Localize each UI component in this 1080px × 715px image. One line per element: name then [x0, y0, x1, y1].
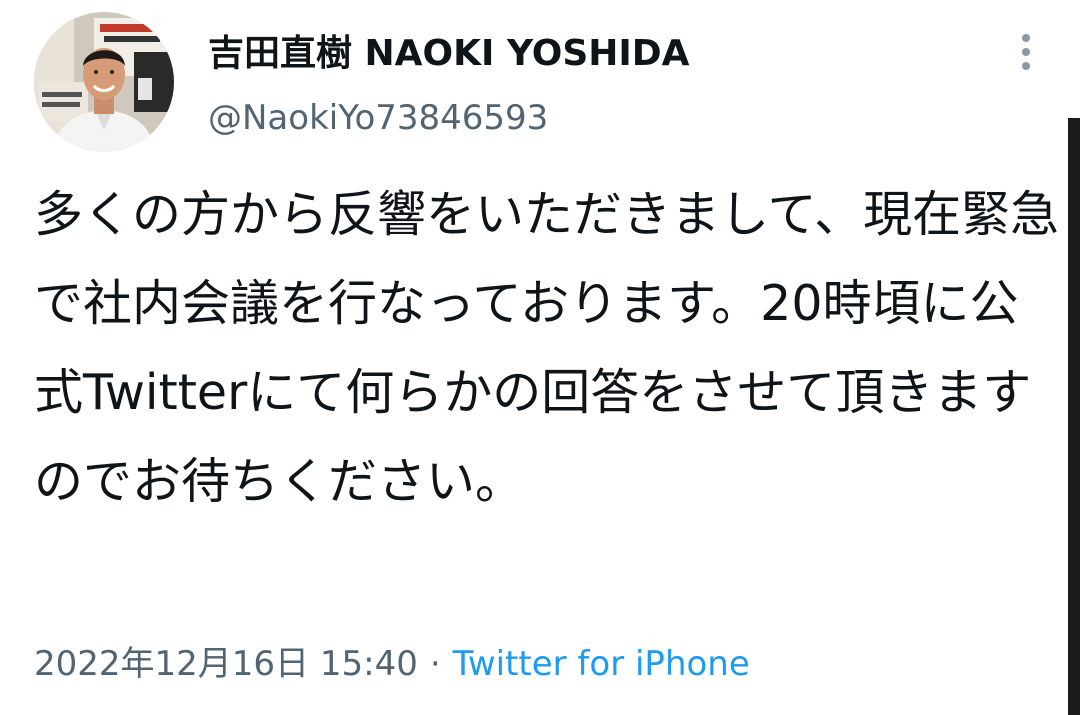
author-display-name[interactable]: 吉田直樹 NAOKI YOSHIDA [208, 26, 690, 82]
author-handle[interactable]: @NaokiYo73846593 [208, 92, 548, 144]
tweet-timestamp[interactable]: 2022年12月16日 15:40 [34, 644, 418, 684]
tweet-meta: 2022年12月16日 15:40 · Twitter for iPhone [34, 636, 750, 692]
tweet-text: 多くの方から反響をいただきまして、現在緊急で社内会議を行なっております。20時頃… [34, 186, 1060, 510]
more-options-button[interactable] [1004, 28, 1048, 76]
tweet-source-link[interactable]: Twitter for iPhone [453, 644, 750, 684]
screen-edge [1068, 118, 1080, 715]
avatar[interactable] [34, 12, 174, 152]
more-vertical-icon [1022, 34, 1030, 70]
meta-separator: · [429, 644, 441, 684]
